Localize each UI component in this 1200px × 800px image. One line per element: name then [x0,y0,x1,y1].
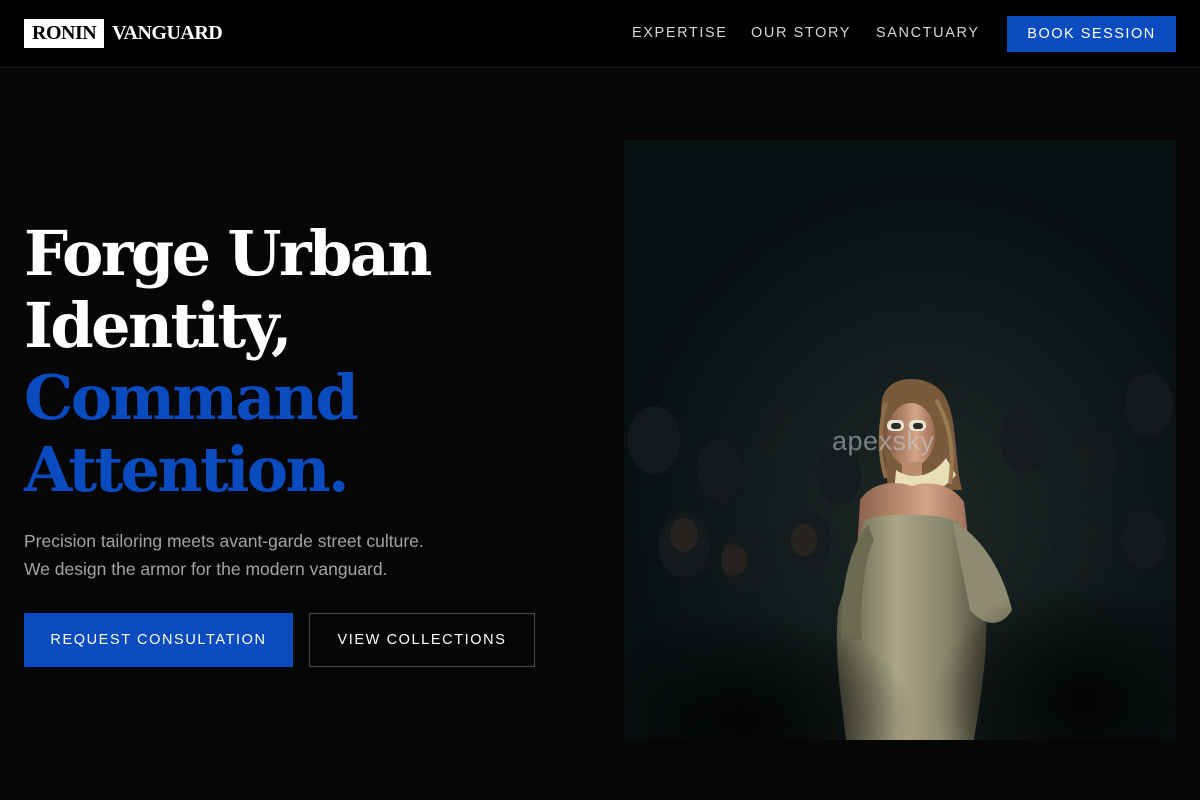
brand-logo[interactable]: RONIN VANGUARD [24,19,223,48]
hero-subtitle-line-1: Precision tailoring meets avant-garde st… [24,531,424,551]
hero-accent-line-1: Command [24,361,359,434]
hero-title-line-2: Identity, [24,289,293,362]
logo-box-text: RONIN [24,19,105,48]
nav-link-our-story[interactable]: OUR STORY [751,24,851,42]
hero-subtitle: Precision tailoring meets avant-garde st… [24,527,544,583]
site-header: RONIN VANGUARD EXPERTISE OUR STORY SANCT… [0,0,1200,68]
nav-link-sanctuary[interactable]: SANCTUARY [876,24,980,42]
image-watermark: apexsky [832,426,935,456]
hero-title-line-1: Forge Urban [24,217,432,290]
hero-subtitle-line-2: We design the armor for the modern vangu… [24,559,388,579]
book-session-button[interactable]: BOOK SESSION [1007,16,1176,52]
hero-title: Forge Urban Identity, Command Attention. [24,218,584,506]
nav-link-expertise[interactable]: EXPERTISE [632,24,728,42]
view-collections-button[interactable]: VIEW COLLECTIONS [309,613,535,667]
request-consultation-button[interactable]: REQUEST CONSULTATION [24,613,293,667]
hero-accent-line-2: Attention. [24,433,350,506]
logo-text: VANGUARD [112,22,223,44]
